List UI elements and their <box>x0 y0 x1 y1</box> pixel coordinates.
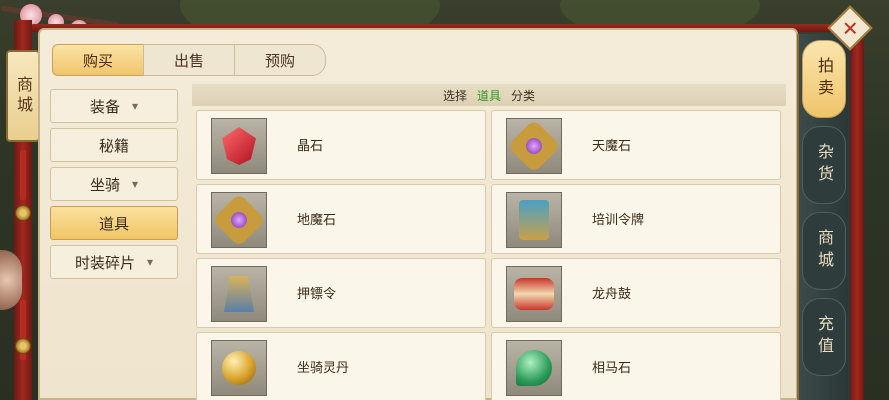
side-tab-mall[interactable]: 商城 <box>802 212 846 290</box>
filter-prefix: 选择 <box>442 88 467 103</box>
category-mounts[interactable]: 坐骑 ▾ <box>50 167 178 201</box>
category-label: 装备 <box>89 97 120 116</box>
filter-bar: 选择 道具 分类 <box>192 84 786 106</box>
category-label: 秘籍 <box>98 136 129 155</box>
tab-buy[interactable]: 购买 <box>52 44 144 76</box>
category-label: 时装碎片 <box>74 253 135 272</box>
category-manuals[interactable]: 秘籍 <box>50 128 178 162</box>
item-card[interactable]: 押镖令 <box>196 258 486 328</box>
item-card[interactable]: 天魔石 <box>491 110 781 180</box>
tab-sell[interactable]: 出售 <box>143 44 235 76</box>
item-icon-frame <box>506 118 562 174</box>
category-items[interactable]: 道具 <box>50 206 178 240</box>
item-name: 培训令牌 <box>592 213 645 228</box>
item-name: 押镖令 <box>297 287 337 302</box>
red-crystal-icon <box>222 127 256 165</box>
filter-suffix: 分类 <box>511 88 536 103</box>
chevron-down-icon: ▾ <box>131 99 139 113</box>
item-card[interactable]: 地魔石 <box>196 184 486 254</box>
item-name: 坐骑灵丹 <box>297 361 350 376</box>
item-card[interactable]: 相马石 <box>491 332 781 400</box>
category-costume-fragments[interactable]: 时装碎片 ▾ <box>50 245 178 279</box>
item-name: 天魔石 <box>592 139 632 154</box>
top-tabs: 购买 出售 预购 <box>52 44 326 76</box>
category-equipment[interactable]: 装备 ▾ <box>50 89 178 123</box>
golden-orb-icon <box>222 351 256 385</box>
training-token-icon <box>519 200 549 240</box>
category-label: 坐骑 <box>89 175 120 194</box>
category-label: 道具 <box>98 214 129 233</box>
item-card[interactable]: 龙舟鼓 <box>491 258 781 328</box>
side-tab-auction[interactable]: 拍卖 <box>802 40 846 118</box>
item-icon-frame <box>506 266 562 322</box>
tassel <box>20 150 26 200</box>
chevron-down-icon: ▾ <box>131 177 139 191</box>
tab-preorder[interactable]: 预购 <box>234 44 326 76</box>
item-icon-frame <box>506 192 562 248</box>
close-icon: ✕ <box>841 15 859 40</box>
filter-selected[interactable]: 道具 <box>477 87 501 104</box>
item-icon-frame <box>211 192 267 248</box>
right-pillar <box>850 40 864 400</box>
item-icon-frame <box>506 340 562 396</box>
side-tab-general-goods[interactable]: 杂货 <box>802 126 846 204</box>
jade-stone-icon <box>516 350 552 386</box>
coin-ornament-icon <box>15 205 31 221</box>
gold-amulet-icon <box>212 193 266 247</box>
avatar[interactable] <box>0 250 22 310</box>
item-icon-frame <box>211 266 267 322</box>
side-tab-recharge[interactable]: 充值 <box>802 298 846 376</box>
item-icon-frame <box>211 118 267 174</box>
item-name: 龙舟鼓 <box>592 287 632 302</box>
dragon-drum-icon <box>514 278 554 310</box>
item-card[interactable]: 晶石 <box>196 110 486 180</box>
item-name: 晶石 <box>297 139 324 154</box>
escort-token-icon <box>224 276 254 312</box>
coin-ornament-icon <box>15 338 31 354</box>
item-name: 相马石 <box>592 361 632 376</box>
item-card[interactable]: 培训令牌 <box>491 184 781 254</box>
purple-amulet-icon <box>507 119 561 173</box>
item-icon-frame <box>211 340 267 396</box>
item-card[interactable]: 坐骑灵丹 <box>196 332 486 400</box>
item-name: 地魔石 <box>297 213 337 228</box>
chevron-down-icon: ▾ <box>146 255 154 269</box>
store-sign: 商城 <box>6 50 40 142</box>
